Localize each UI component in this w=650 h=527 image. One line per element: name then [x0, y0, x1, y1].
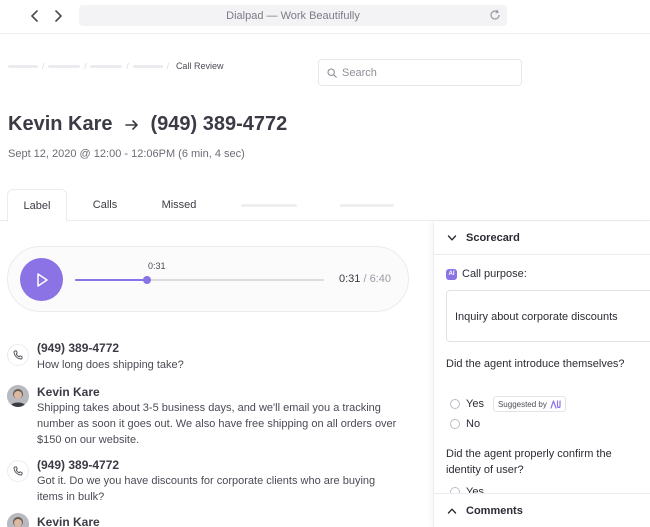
avatar [7, 513, 29, 527]
option-no[interactable]: No [450, 418, 480, 430]
play-button[interactable] [20, 258, 63, 301]
question-confirm-identity: Did the agent properly confirm the ident… [446, 448, 612, 476]
tab-placeholder[interactable] [340, 204, 394, 207]
option-yes[interactable]: Yes Suggested by [450, 396, 566, 412]
message-text: Shipping takes about 3-5 business days, … [37, 402, 397, 446]
scorecard-panel: Scorecard AI Call purpose: Inquiry about… [433, 222, 650, 527]
search-box[interactable] [318, 59, 522, 86]
radio-yes[interactable] [450, 399, 460, 409]
breadcrumb-separator: / [84, 61, 87, 71]
call-title: Kevin Kare (949) 389-4772 [8, 113, 287, 136]
caller-name: Kevin Kare [8, 113, 113, 135]
back-icon[interactable] [27, 8, 43, 24]
breadcrumb-placeholder[interactable] [132, 64, 163, 68]
breadcrumb-placeholder[interactable] [90, 64, 123, 68]
comments-header[interactable]: Comments [434, 493, 650, 527]
question-introduce: Did the agent introduce themselves? [446, 358, 625, 370]
current-time: 0:31 [338, 273, 361, 285]
breadcrumb-current: Call Review [175, 61, 224, 71]
progress-handle[interactable] [143, 276, 152, 284]
message-text: Got it. Do we you have discounts for cor… [37, 475, 376, 503]
scorecard-title: Scorecard [466, 232, 520, 244]
tab-bar: Label Calls Missed [0, 189, 650, 222]
play-icon [36, 272, 48, 287]
breadcrumb: / / / / Call Review [8, 61, 223, 71]
option-no-label: No [466, 418, 481, 430]
avatar [7, 385, 29, 407]
tab-missed[interactable]: Missed [150, 189, 208, 221]
progress-fill [75, 279, 148, 281]
call-purpose-field[interactable]: Inquiry about corporate discounts [446, 290, 650, 342]
chevron-up-icon [447, 508, 457, 514]
call-purpose-label: AI Call purpose: [446, 268, 527, 280]
message-text: How long does shipping take? [37, 359, 184, 371]
search-icon [327, 67, 337, 78]
avatar-icon [7, 513, 29, 527]
phone-icon [7, 344, 29, 366]
tab-placeholder[interactable] [241, 204, 297, 207]
position-label: 0:31 [148, 261, 166, 271]
address-bar[interactable]: Dialpad — Work Beautifully [79, 5, 507, 26]
time-separator: / [360, 273, 370, 285]
dialpad-ai-logo-icon [550, 399, 561, 409]
breadcrumb-placeholder[interactable] [8, 64, 38, 68]
chevron-down-icon [447, 235, 457, 241]
speaker-name: (949) 389-4772 [37, 458, 120, 472]
call-datetime: Sept 12, 2020 @ 12:00 - 12:06PM (6 min, … [8, 148, 245, 160]
page-title: Dialpad — Work Beautifully [226, 9, 360, 22]
forward-icon[interactable] [50, 8, 66, 24]
phone-icon [7, 460, 29, 482]
ai-icon: AI [446, 268, 457, 280]
arrow-right-icon [124, 118, 139, 132]
reload-icon[interactable] [489, 9, 501, 21]
breadcrumb-separator: / [126, 61, 129, 71]
total-time: 6:40 [369, 273, 391, 285]
breadcrumb-separator: / [42, 61, 45, 71]
scorecard-header[interactable]: Scorecard [434, 222, 650, 255]
avatar-icon [7, 385, 29, 407]
option-yes-label: Yes [466, 398, 484, 410]
suggested-label: Suggested by [497, 399, 547, 409]
audio-player: 0:31 0:31 / 6:40 [7, 246, 409, 312]
tab-calls[interactable]: Calls [78, 189, 132, 221]
speaker-name: Kevin Kare [37, 515, 100, 527]
comments-title: Comments [466, 504, 523, 517]
breadcrumb-placeholder[interactable] [48, 64, 81, 68]
tab-label[interactable]: Label [7, 189, 67, 222]
suggested-badge: Suggested by [492, 396, 566, 412]
progress-track[interactable] [75, 276, 324, 284]
breadcrumb-separator: / [166, 61, 169, 71]
speaker-name: (949) 389-4772 [37, 341, 120, 355]
callee-number: (949) 389-4772 [150, 113, 288, 135]
call-purpose-text: Call purpose: [462, 268, 527, 280]
time-readout: 0:31 / 6:40 [339, 273, 391, 285]
browser-toolbar: Dialpad — Work Beautifully [0, 0, 650, 34]
radio-no[interactable] [450, 419, 460, 429]
speaker-name: Kevin Kare [37, 385, 100, 399]
search-input[interactable] [342, 66, 512, 79]
